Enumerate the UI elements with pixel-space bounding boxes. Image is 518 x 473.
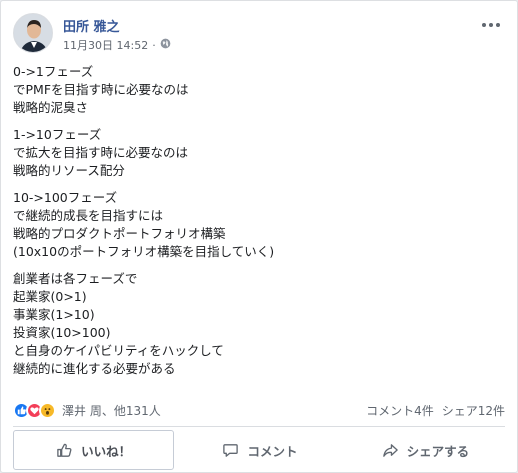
- more-options-icon[interactable]: [479, 17, 503, 31]
- meta-separator: ·: [152, 38, 156, 52]
- post-header: 田所 雅之 11月30日 14:52 ·: [13, 13, 505, 57]
- body-line: 創業者は各フェーズで: [13, 271, 138, 286]
- body-line: 投資家(10>100): [13, 325, 111, 340]
- body-line: 起業家(0>1): [13, 289, 87, 304]
- body-line: 1->10フェーズ: [13, 127, 102, 142]
- comment-button-label: コメント: [247, 443, 298, 459]
- body-line: 戦略的プロダクトポートフォリオ構築: [13, 226, 226, 241]
- reaction-icons[interactable]: [13, 401, 56, 419]
- reaction-names[interactable]: 澤井 周、他131人: [62, 402, 161, 419]
- globe-icon[interactable]: [160, 38, 171, 52]
- like-button-label: いいね！: [81, 443, 132, 459]
- body-line: 継続的に進化する必要がある: [13, 361, 176, 376]
- author-name[interactable]: 田所 雅之: [63, 16, 120, 35]
- share-count[interactable]: シェア12件: [442, 402, 505, 419]
- comment-bubble-icon: [222, 442, 239, 459]
- body-line: で拡大を目指す時に必要なのは: [13, 145, 189, 160]
- post-body: 0->1フェーズ でPMFを目指す時に必要なのは 戦略的泥臭さ 1->10フェー…: [13, 63, 505, 387]
- body-line: で継続的成長を目指すには: [13, 208, 164, 223]
- share-button-label: シェアする: [406, 443, 470, 459]
- post-meta: 11月30日 14:52 ·: [63, 37, 171, 53]
- body-paragraph: 10->100フェーズ で継続的成長を目指すには 戦略的プロダクトポートフォリオ…: [13, 189, 505, 261]
- body-line: でPMFを目指す時に必要なのは: [13, 82, 189, 97]
- body-line: と自身のケイパビリティをハックして: [13, 343, 224, 358]
- body-paragraph: 1->10フェーズ で拡大を目指す時に必要なのは 戦略的リソース配分: [13, 126, 505, 180]
- body-paragraph: 創業者は各フェーズで 起業家(0>1) 事業家(1>10) 投資家(10>100…: [13, 270, 505, 378]
- divider: [13, 426, 505, 427]
- share-arrow-icon: [382, 442, 399, 459]
- body-line: (10x10のポートフォリオ構築を目指していく): [13, 244, 275, 259]
- action-bar: いいね！ コメント シェアする: [13, 430, 505, 470]
- thumbs-up-icon: [56, 442, 73, 459]
- body-line: 10->100フェーズ: [13, 190, 118, 205]
- body-paragraph: 0->1フェーズ でPMFを目指す時に必要なのは 戦略的泥臭さ: [13, 63, 505, 117]
- share-button[interactable]: シェアする: [346, 430, 505, 470]
- timestamp[interactable]: 11月30日 14:52: [63, 37, 148, 53]
- post-card: 田所 雅之 11月30日 14:52 · 0->1フェーズ でPMFを目指す時に…: [0, 0, 518, 473]
- body-line: 0->1フェーズ: [13, 64, 94, 79]
- wow-reaction-icon: [39, 401, 56, 419]
- body-line: 戦略的リソース配分: [13, 163, 125, 178]
- like-button[interactable]: いいね！: [13, 430, 175, 470]
- comment-button[interactable]: コメント: [180, 430, 339, 470]
- avatar[interactable]: [13, 13, 53, 53]
- engagement-counts: コメント4件 シェア12件: [366, 402, 505, 419]
- reactions-bar: 澤井 周、他131人 コメント4件 シェア12件: [13, 399, 505, 421]
- body-line: 事業家(1>10): [13, 307, 95, 322]
- body-line: 戦略的泥臭さ: [13, 100, 89, 115]
- comment-count[interactable]: コメント4件: [366, 402, 434, 419]
